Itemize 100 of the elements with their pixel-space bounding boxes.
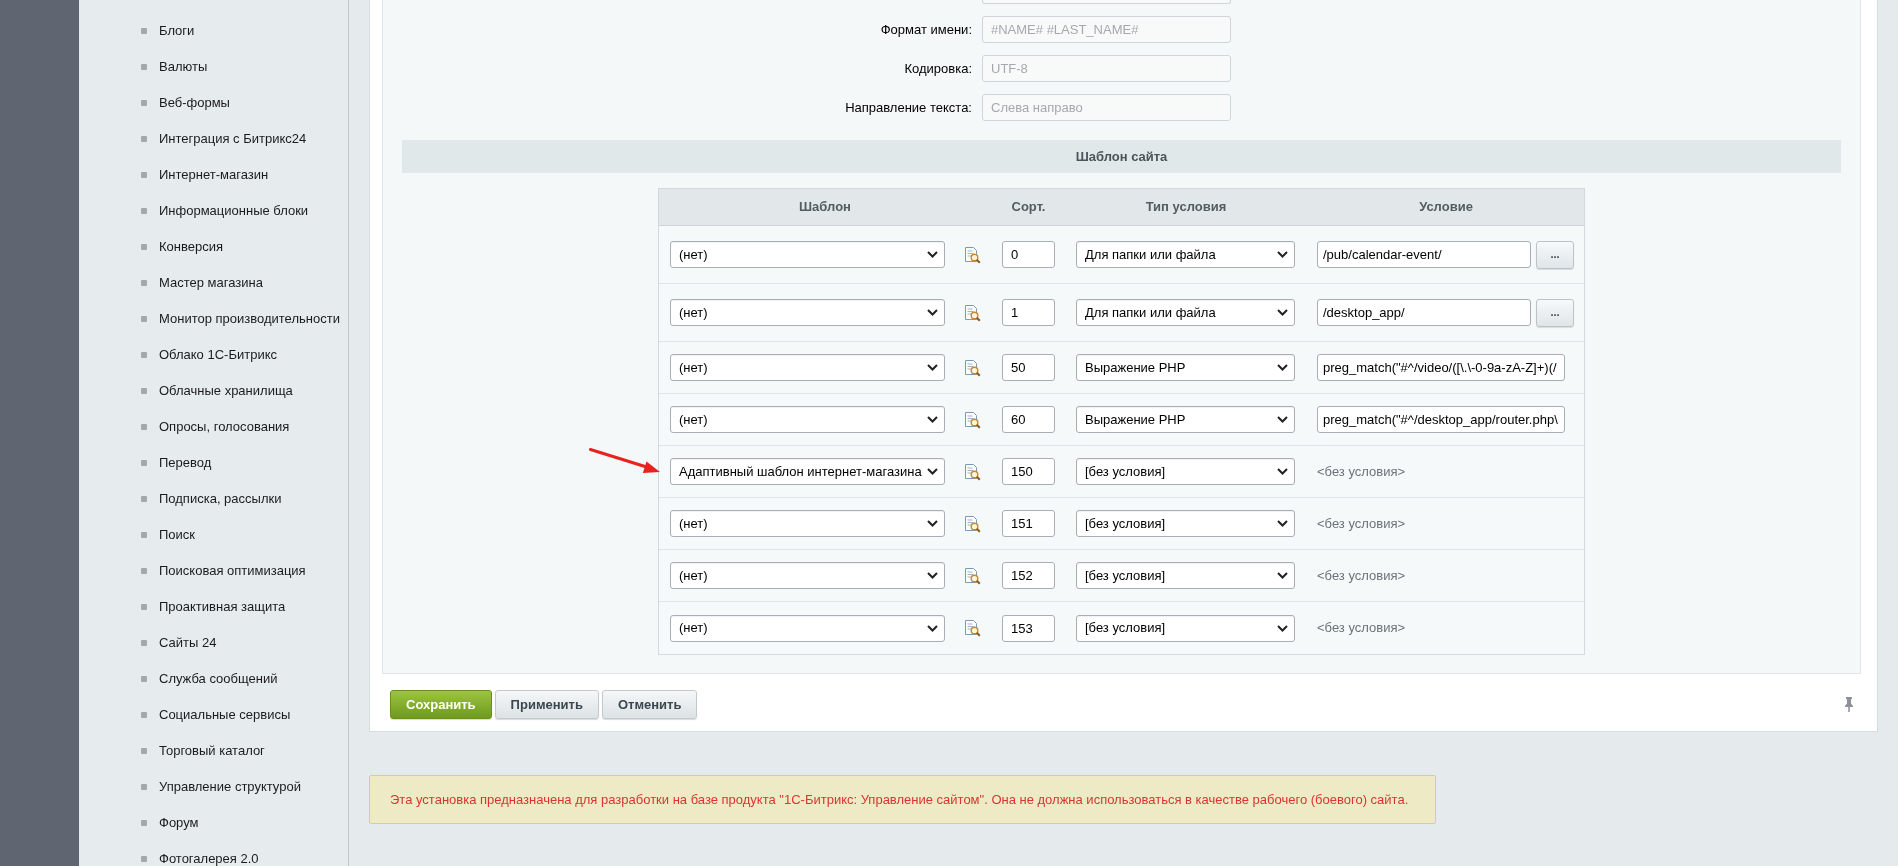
document-search-icon[interactable] [964,245,981,264]
bullet-icon [141,855,147,862]
sidebar-item[interactable]: Валюты [79,59,348,74]
sidebar-item[interactable]: Облако 1С-Битрикс [79,347,348,362]
pin-icon[interactable] [1844,697,1854,712]
sidebar-item[interactable]: Служба сообщений [79,671,348,686]
bullet-icon [141,99,147,106]
sort-input[interactable]: 0 [1002,241,1055,268]
template-select[interactable]: (нет) [670,510,945,537]
sort-input[interactable]: 150 [1002,458,1055,485]
condition-input[interactable]: /pub/calendar-event/ [1317,241,1531,268]
sidebar-item[interactable]: Социальные сервисы [79,707,348,722]
document-search-icon[interactable] [964,303,981,322]
sidebar-item[interactable]: Поиск [79,527,348,542]
sidebar-item[interactable]: Конверсия [79,239,348,254]
sidebar-item[interactable]: Сайты 24 [79,635,348,650]
chevron-down-icon [927,520,938,527]
sort-input[interactable]: 60 [1002,406,1055,433]
sidebar-item[interactable]: Поисковая оптимизация [79,563,348,578]
condition-type-select[interactable]: Для папки или файла [1076,241,1295,268]
bullet-icon [141,603,147,610]
condition-type-select[interactable]: [без условия] [1076,614,1295,642]
sidebar-item[interactable]: Управление структурой [79,779,348,794]
column-header: Шаблон [799,199,851,215]
sidebar-item[interactable]: Веб-формы [79,95,348,110]
sidebar-item[interactable]: Монитор производительности [79,311,348,326]
sidebar-item[interactable]: Форум [79,815,348,830]
bullet-icon [141,459,147,466]
bullet-icon [141,819,147,826]
sidebar-item[interactable]: Мастер магазина [79,275,348,290]
bullet-icon [141,27,147,34]
condition-type-select[interactable]: [без условия] [1076,458,1295,485]
template-select[interactable]: (нет) [670,299,945,326]
chevron-down-icon [927,416,938,423]
template-select[interactable]: Адаптивный шаблон интернет-магазина [670,458,945,485]
chevron-down-icon [1277,624,1288,632]
chevron-down-icon [1277,309,1288,316]
template-select[interactable]: (нет) [670,614,945,642]
chevron-down-icon [1277,468,1288,475]
condition-type-select[interactable]: Выражение PHP [1076,354,1295,381]
sort-input[interactable]: 151 [1002,510,1055,537]
bullet-icon [141,63,147,70]
browse-button[interactable]: ... [1536,240,1574,269]
sidebar-item[interactable]: Торговый каталог [79,743,348,758]
chevron-down-icon [927,309,938,316]
bullet-icon [141,315,147,322]
document-search-icon[interactable] [964,514,981,533]
input-field[interactable] [982,0,1231,4]
condition-type-select[interactable]: Выражение PHP [1076,406,1295,433]
chevron-down-icon [1277,520,1288,527]
chevron-down-icon [1277,416,1288,423]
column-header: Тип условия [1145,199,1227,215]
template-select[interactable]: (нет) [670,354,945,381]
browse-button[interactable]: ... [1536,298,1574,327]
document-search-icon[interactable] [964,566,981,585]
bullet-icon [141,567,147,574]
sidebar-item[interactable]: Интернет-магазин [79,167,348,182]
condition-input[interactable]: preg_match("#^/desktop_app/router.php\ [1317,406,1565,433]
template-select[interactable]: (нет) [670,562,945,589]
condition-type-select[interactable]: [без условия] [1076,510,1295,537]
sort-input[interactable]: 50 [1002,354,1055,381]
bullet-icon [141,135,147,142]
template-select[interactable]: (нет) [670,241,945,268]
sort-input[interactable]: 152 [1002,562,1055,589]
form-button[interactable]: Применить [494,690,599,719]
column-header: Сорт. [1011,199,1046,215]
sidebar-item[interactable]: Перевод [79,455,348,470]
bullet-icon [141,243,147,250]
document-search-icon[interactable] [964,410,981,429]
condition-type-select[interactable]: Для папки или файла [1076,299,1295,326]
sort-input[interactable]: 153 [1002,614,1055,642]
chevron-down-icon [1277,572,1288,579]
bullet-icon [141,207,147,214]
condition-text: <без условия> [1317,566,1406,585]
form-button[interactable]: Отменить [601,690,698,719]
condition-type-select[interactable]: [без условия] [1076,562,1295,589]
bullet-icon [141,351,147,358]
sidebar-item[interactable]: Интеграция с Битрикс24 [79,131,348,146]
chevron-down-icon [927,468,938,475]
condition-input[interactable]: preg_match("#^/video/([\.\-0-9a-zA-Z]+)(/ [1317,354,1565,381]
field-label: Формат имени: [880,21,972,37]
document-search-icon[interactable] [964,358,981,377]
condition-text: <без условия> [1317,619,1406,638]
bullet-icon [141,279,147,286]
sidebar-item[interactable]: Блоги [79,23,348,38]
bullet-icon [141,711,147,718]
sort-input[interactable]: 1 [1002,299,1055,326]
chevron-down-icon [927,364,938,371]
chevron-down-icon [1277,251,1288,258]
chevron-down-icon [927,624,938,632]
sidebar-item[interactable]: Опросы, голосования [79,419,348,434]
document-search-icon[interactable] [964,462,981,481]
sidebar-item[interactable]: Информационные блоки [79,203,348,218]
document-search-icon[interactable] [964,619,981,637]
sidebar-item[interactable]: Подписка, рассылки [79,491,348,506]
sidebar-item[interactable]: Проактивная защита [79,599,348,614]
sidebar-item[interactable]: Облачные хранилища [79,383,348,398]
template-select[interactable]: (нет) [670,406,945,433]
sidebar-item[interactable]: Фотогалерея 2.0 [79,851,348,866]
condition-input[interactable]: /desktop_app/ [1317,299,1531,326]
